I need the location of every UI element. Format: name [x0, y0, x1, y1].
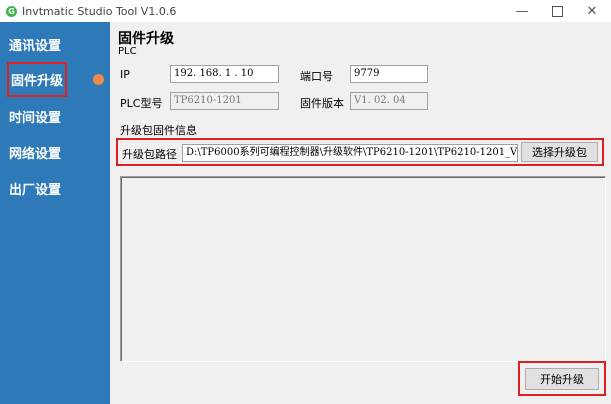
plc-model-field: TP6210-1201 — [170, 92, 279, 110]
main-panel: 固件升级 PLC IP 192. 168. 1 . 10 端口号 9779 PL… — [110, 22, 611, 404]
window-title: Invtmatic Studio Tool V1.0.6 — [22, 4, 177, 18]
maximize-icon — [551, 5, 563, 17]
firmware-version-label: 固件版本 — [300, 97, 344, 110]
minimize-icon: — — [515, 3, 529, 19]
ip-address-field[interactable]: 192. 168. 1 . 10 — [170, 65, 279, 83]
minimize-button[interactable]: — — [505, 0, 539, 22]
sidebar-item-firmware-upgrade[interactable]: 固件升级 — [0, 61, 110, 97]
plc-model-label: PLC型号 — [120, 97, 163, 110]
sidebar-item-comm-settings[interactable]: 通讯设置 — [0, 26, 110, 62]
sidebar-item-time-settings[interactable]: 时间设置 — [0, 98, 110, 134]
sidebar-item-label: 时间设置 — [9, 110, 62, 126]
start-upgrade-button[interactable]: 开始升级 — [525, 368, 599, 390]
status-dot-icon — [93, 74, 104, 85]
close-icon: ✕ — [586, 3, 598, 19]
package-path-row: 升级包路径 D:\TP6000系列可编程控制器\升级软件\TP6210-1201… — [116, 138, 604, 166]
package-path-label: 升级包路径 — [122, 148, 177, 161]
close-button[interactable]: ✕ — [575, 0, 609, 22]
plc-group-label: PLC — [118, 46, 137, 57]
app-logo-icon: G — [6, 5, 17, 17]
ip-label: IP — [120, 68, 130, 81]
sidebar-item-label: 出厂设置 — [9, 182, 62, 198]
sidebar-item-network-settings[interactable]: 网络设置 — [0, 134, 110, 170]
sidebar-item-label: 通讯设置 — [9, 38, 62, 54]
sidebar: 通讯设置 固件升级 时间设置 网络设置 出厂设置 — [0, 22, 110, 404]
start-upgrade-highlight: 开始升级 — [518, 361, 606, 396]
sidebar-item-factory-settings[interactable]: 出厂设置 — [0, 170, 110, 206]
package-info-label: 升级包固件信息 — [120, 124, 197, 137]
select-package-button[interactable]: 选择升级包 — [521, 142, 598, 162]
sidebar-item-label: 固件升级 — [6, 61, 68, 97]
sidebar-item-label: 网络设置 — [9, 146, 62, 162]
package-path-field[interactable]: D:\TP6000系列可编程控制器\升级软件\TP6210-1201\TP621… — [182, 144, 518, 162]
maximize-button[interactable] — [540, 0, 574, 22]
upgrade-log-area — [120, 176, 606, 362]
port-field[interactable]: 9779 — [350, 65, 428, 83]
page-title: 固件升级 — [118, 31, 174, 47]
firmware-version-field: V1. 02. 04 — [350, 92, 428, 110]
port-label: 端口号 — [300, 70, 333, 83]
